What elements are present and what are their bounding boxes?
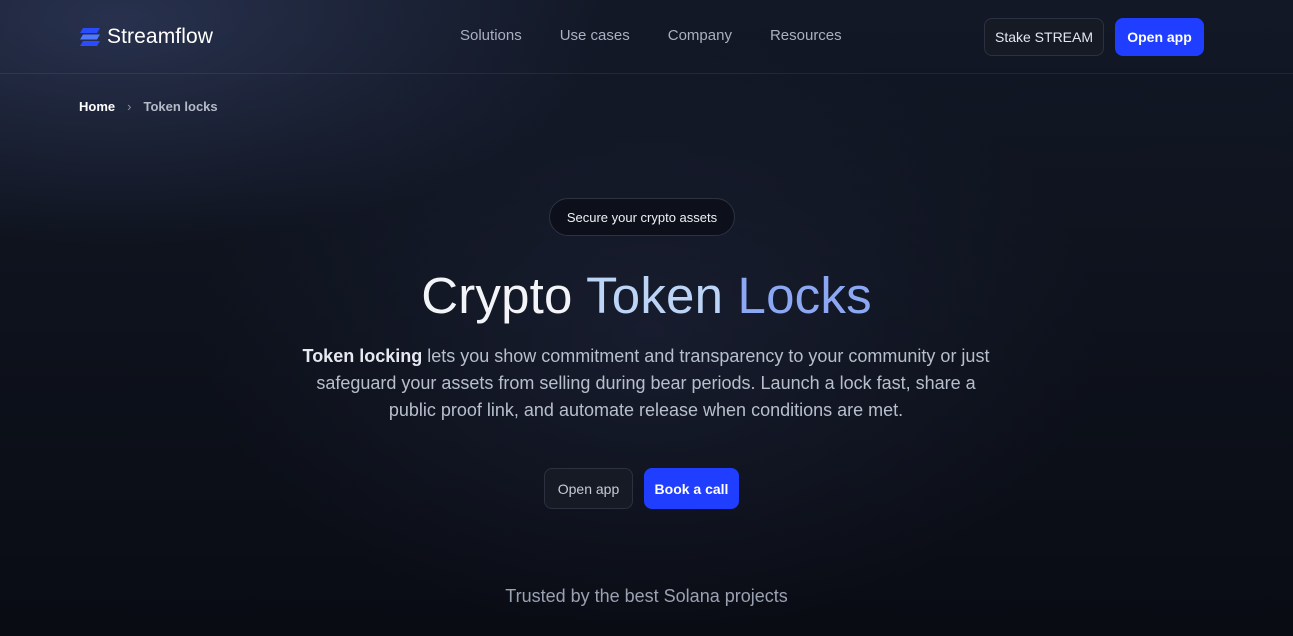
brand-name: Streamflow bbox=[107, 25, 214, 48]
open-app-button-header[interactable]: Open app bbox=[1115, 18, 1204, 56]
nav-item-company[interactable]: Company bbox=[668, 26, 732, 46]
open-app-button[interactable]: Open app bbox=[544, 468, 633, 509]
breadcrumb: Home › Token locks bbox=[79, 99, 218, 114]
hero-description: Token locking lets you show commitment a… bbox=[296, 343, 996, 424]
hero-description-bold: Token locking bbox=[302, 346, 423, 366]
chevron-right-icon: › bbox=[127, 99, 132, 114]
streamflow-logo[interactable]: Streamflow bbox=[79, 24, 213, 50]
breadcrumb-current: Token locks bbox=[143, 99, 218, 114]
hero-tag-pill: Secure your crypto assets bbox=[549, 198, 735, 236]
top-navigation-bar: Streamflow Solutions Use cases Company R… bbox=[0, 0, 1293, 74]
title-word-locks: Locks bbox=[737, 267, 872, 324]
trusted-by-heading: Trusted by the best Solana projects bbox=[505, 586, 788, 606]
title-word-crypto: Crypto bbox=[421, 267, 573, 324]
title-word-token: Token bbox=[586, 267, 724, 324]
main-nav: Solutions Use cases Company Resources bbox=[460, 26, 880, 46]
streamflow-logo-icon bbox=[80, 28, 100, 46]
nav-item-solutions[interactable]: Solutions bbox=[460, 26, 522, 46]
breadcrumb-home-link[interactable]: Home bbox=[79, 99, 115, 114]
nav-item-resources[interactable]: Resources bbox=[770, 26, 842, 46]
book-a-call-button[interactable]: Book a call bbox=[644, 468, 739, 509]
stake-stream-button[interactable]: Stake STREAM bbox=[984, 18, 1104, 56]
page-title: Crypto Token Locks bbox=[0, 264, 1293, 328]
nav-item-use-cases[interactable]: Use cases bbox=[560, 26, 630, 46]
